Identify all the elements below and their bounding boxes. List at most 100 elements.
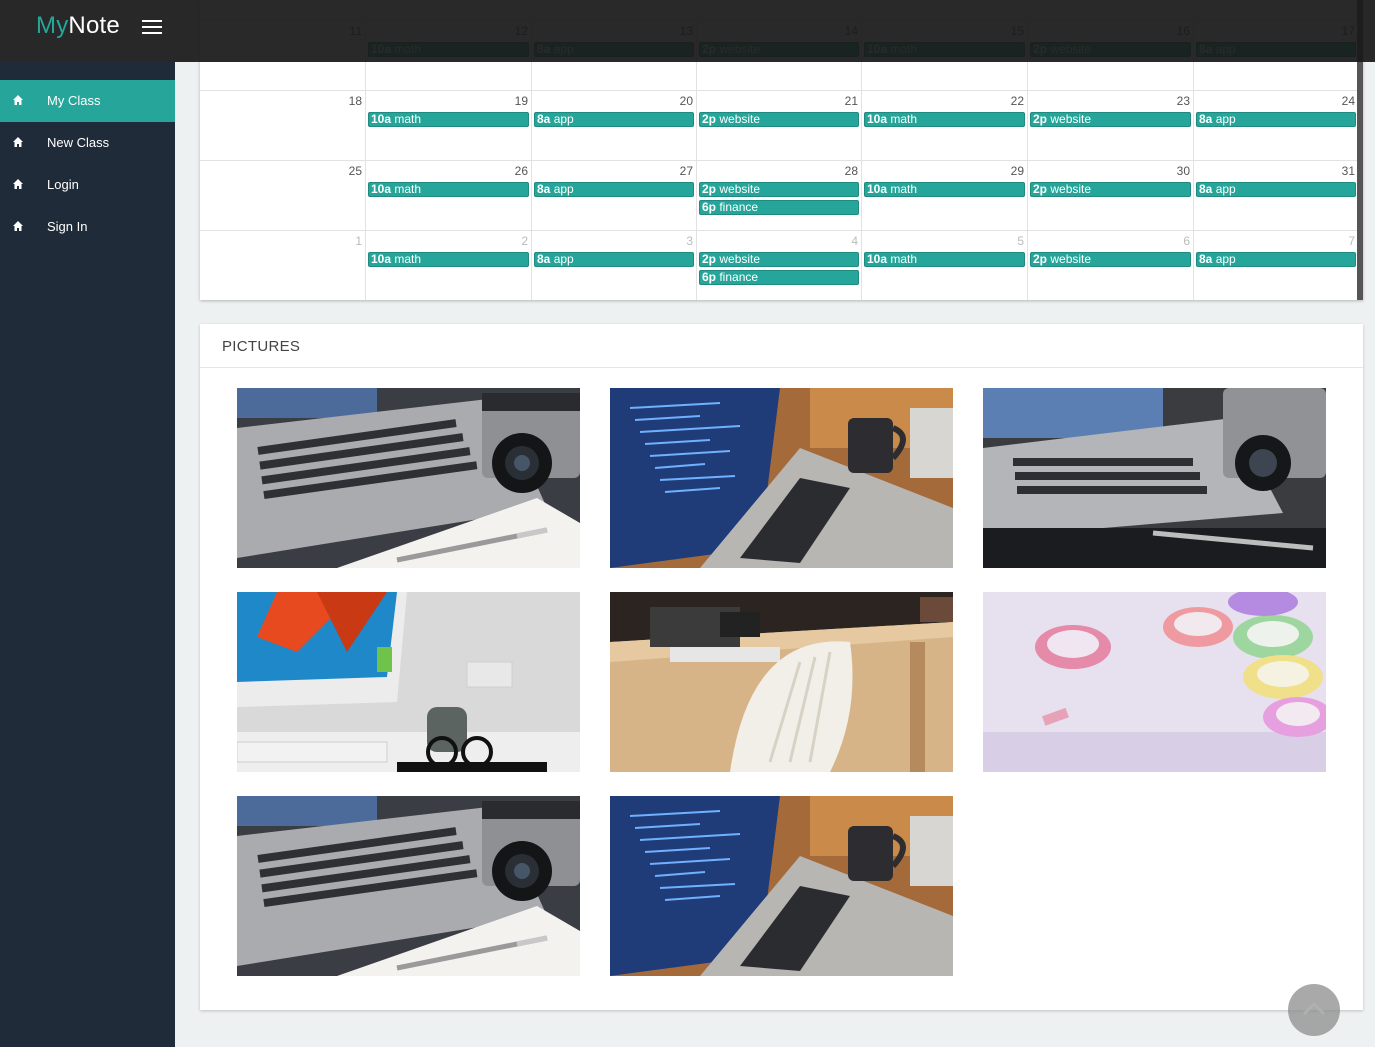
calendar-day-cell[interactable]: 24 8a app (1193, 91, 1358, 161)
event-title: math (391, 182, 422, 196)
calendar-day-cell[interactable]: 28 2p website 6p finance (696, 161, 861, 231)
calendar-day-cell[interactable]: 19 10a math (365, 91, 531, 161)
calendar-event[interactable]: 8a app (534, 182, 694, 197)
brand-part-my: My (36, 12, 69, 39)
calendar-event[interactable]: 8a app (1196, 252, 1356, 267)
back-to-top-button[interactable] (1288, 984, 1340, 1036)
day-number: 2 (521, 234, 528, 248)
sidebar-item-new-class[interactable]: New Class (0, 122, 175, 164)
day-number: 30 (1176, 164, 1190, 178)
calendar-event[interactable]: 10a math (864, 252, 1025, 267)
event-time: 10a (867, 182, 888, 196)
picture-thumbnail-wooden-desk-chair[interactable] (610, 592, 953, 772)
calendar-event[interactable]: 6p finance (699, 200, 859, 215)
event-title: app (1212, 182, 1236, 196)
calendar-day-cell[interactable]: 21 2p website (696, 91, 861, 161)
event-title: app (550, 182, 574, 196)
calendar-day-cell[interactable]: 1 (200, 231, 365, 300)
calendar-day-cell[interactable]: 22 10a math (861, 91, 1027, 161)
event-time: 6p (702, 270, 717, 284)
pictures-divider (200, 367, 1363, 368)
brand-part-note: Note (68, 12, 120, 39)
sidebar: My Class New Class Login Sign In (0, 62, 175, 1047)
picture-thumbnail-laptop-code-mug[interactable] (610, 388, 953, 568)
sidebar-item-label: Login (47, 177, 79, 192)
sidebar-item-label: My Class (47, 93, 101, 108)
calendar-event[interactable]: 2p website (699, 252, 859, 267)
calendar-event[interactable]: 8a app (1196, 182, 1356, 197)
hamburger-icon[interactable] (142, 17, 164, 37)
event-time: 8a (537, 252, 551, 266)
sidebar-item-login[interactable]: Login (0, 164, 175, 206)
picture-thumbnail-laptop-camera-notebook[interactable] (237, 388, 580, 568)
calendar-event[interactable]: 8a app (534, 112, 694, 127)
calendar-event[interactable]: 2p website (699, 112, 859, 127)
event-time: 10a (371, 182, 392, 196)
calendar-day-cell[interactable]: 29 10a math (861, 161, 1027, 231)
event-title: app (1212, 112, 1236, 126)
calendar-day-cell[interactable]: 7 8a app (1193, 231, 1358, 300)
event-title: math (887, 252, 918, 266)
calendar-event[interactable]: 2p website (1030, 252, 1191, 267)
event-time: 8a (537, 182, 551, 196)
calendar-day-cell[interactable]: 18 (200, 91, 365, 161)
event-title: website (1047, 112, 1092, 126)
calendar-week-row: 18 19 10a math 20 8a app 21 2p website 22 10a ma… (200, 90, 1358, 161)
sidebar-item-my-class[interactable]: My Class (0, 80, 175, 122)
calendar-event[interactable]: 10a math (368, 252, 529, 267)
calendar-day-cell[interactable]: 4 2p website 6p finance (696, 231, 861, 300)
event-title: website (1047, 252, 1092, 266)
calendar-event[interactable]: 10a math (864, 182, 1025, 197)
event-title: math (887, 112, 918, 126)
event-time: 10a (867, 252, 888, 266)
calendar-day-cell[interactable]: 26 10a math (365, 161, 531, 231)
calendar-week-row: 1 2 10a math 3 8a app 4 2p website 6p finance 5 1… (200, 230, 1358, 300)
sidebar-item-label: Sign In (47, 219, 88, 234)
calendar-day-cell[interactable]: 3 8a app (531, 231, 696, 300)
picture-thumbnail-laptop-camera-notebook[interactable] (237, 796, 580, 976)
calendar-day-cell[interactable]: 27 8a app (531, 161, 696, 231)
home-icon (12, 94, 24, 106)
event-time: 8a (537, 112, 551, 126)
day-number: 21 (844, 94, 858, 108)
app-logo[interactable]: MyNote (36, 12, 120, 40)
day-number: 27 (679, 164, 693, 178)
picture-thumbnail-imac-desk-glasses[interactable] (237, 592, 580, 772)
calendar-day-cell[interactable]: 2 10a math (365, 231, 531, 300)
event-time: 2p (702, 182, 717, 196)
day-number: 5 (1017, 234, 1024, 248)
day-number: 6 (1183, 234, 1190, 248)
calendar-event[interactable]: 2p website (1030, 112, 1191, 127)
event-time: 8a (1199, 112, 1213, 126)
event-time: 6p (702, 200, 717, 214)
calendar-event[interactable]: 8a app (534, 252, 694, 267)
calendar-day-cell[interactable]: 31 8a app (1193, 161, 1358, 231)
calendar-day-cell[interactable]: 20 8a app (531, 91, 696, 161)
calendar-event[interactable]: 8a app (1196, 112, 1356, 127)
picture-thumbnail-washi-tape-rolls[interactable] (983, 592, 1326, 772)
calendar-day-cell[interactable]: 30 2p website (1027, 161, 1193, 231)
day-number: 22 (1010, 94, 1024, 108)
calendar-event[interactable]: 10a math (864, 112, 1025, 127)
calendar-event[interactable]: 2p website (1030, 182, 1191, 197)
calendar-day-cell[interactable]: 6 2p website (1027, 231, 1193, 300)
sidebar-item-sign-in[interactable]: Sign In (0, 206, 175, 248)
pictures-title: PICTURES (222, 338, 301, 355)
event-title: math (887, 182, 918, 196)
picture-thumbnail-laptop-code-mug[interactable] (610, 796, 953, 976)
event-title: app (550, 112, 574, 126)
calendar-event[interactable]: 6p finance (699, 270, 859, 285)
event-title: finance (716, 270, 759, 284)
event-title: app (1212, 252, 1236, 266)
calendar-event[interactable]: 10a math (368, 182, 529, 197)
event-time: 10a (371, 112, 392, 126)
event-time: 2p (702, 252, 717, 266)
calendar-day-cell[interactable]: 5 10a math (861, 231, 1027, 300)
calendar-event[interactable]: 2p website (699, 182, 859, 197)
event-title: website (716, 112, 761, 126)
calendar-event[interactable]: 10a math (368, 112, 529, 127)
event-title: website (1047, 182, 1092, 196)
calendar-day-cell[interactable]: 25 (200, 161, 365, 231)
picture-thumbnail-laptop-camera-pen[interactable] (983, 388, 1326, 568)
calendar-day-cell[interactable]: 23 2p website (1027, 91, 1193, 161)
